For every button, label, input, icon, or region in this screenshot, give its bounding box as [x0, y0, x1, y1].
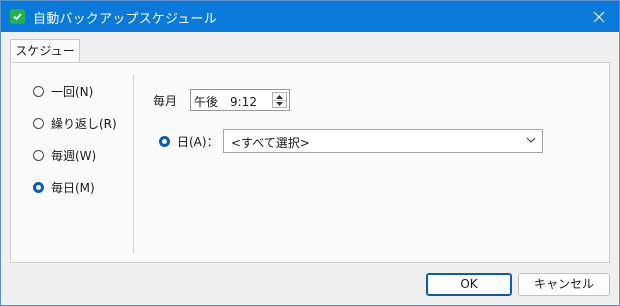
ok-button[interactable]: OK: [426, 273, 512, 296]
dialog-window: 自動バックアップスケジュール スケジュール 一回(N) 繰り返し(R) 毎週(W…: [0, 0, 620, 306]
day-select[interactable]: <すべて選択>: [223, 129, 543, 153]
chevron-down-icon: [526, 137, 536, 143]
radio-repeat-indicator[interactable]: [33, 117, 44, 129]
time-value: 午後 9:12: [194, 95, 257, 109]
schedule-panel: 一回(N) 繰り返し(R) 毎週(W) 毎日(M) 毎月 午後 9:12 日(A…: [10, 62, 610, 263]
radio-daily-label: 毎日(M): [51, 180, 95, 195]
radio-daily-indicator[interactable]: [33, 181, 44, 193]
monthly-label: 毎月: [153, 94, 178, 108]
radio-repeat[interactable]: 繰り返し(R): [33, 114, 117, 132]
time-input[interactable]: 午後 9:12: [190, 89, 290, 111]
time-spinner[interactable]: [272, 92, 287, 108]
close-icon: [593, 11, 605, 22]
radio-weekly-label: 毎週(W): [51, 148, 97, 163]
radio-day-indicator[interactable]: [159, 135, 170, 147]
radio-once[interactable]: 一回(N): [33, 82, 93, 100]
radio-repeat-label: 繰り返し(R): [51, 116, 117, 131]
divider: [133, 75, 134, 253]
radio-day-label: 日(A)：: [177, 134, 219, 149]
radio-once-label: 一回(N): [51, 84, 94, 99]
radio-weekly-indicator[interactable]: [33, 149, 44, 161]
day-select-value: <すべて選択>: [231, 136, 310, 150]
radio-weekly[interactable]: 毎週(W): [33, 146, 96, 164]
window-title: 自動バックアップスケジュール: [33, 12, 217, 27]
radio-day[interactable]: 日(A)：: [159, 132, 219, 150]
radio-daily[interactable]: 毎日(M): [33, 178, 95, 196]
close-button[interactable]: [579, 1, 619, 32]
radio-once-indicator[interactable]: [33, 85, 44, 97]
cancel-button[interactable]: キャンセル: [518, 273, 610, 296]
shield-check-icon: [10, 9, 25, 24]
spin-down-button[interactable]: [273, 100, 286, 107]
title-bar[interactable]: 自動バックアップスケジュール: [1, 1, 619, 32]
triangle-down-icon: [276, 101, 283, 106]
tab-schedule[interactable]: スケジュール: [10, 39, 80, 80]
triangle-up-icon: [276, 94, 283, 99]
